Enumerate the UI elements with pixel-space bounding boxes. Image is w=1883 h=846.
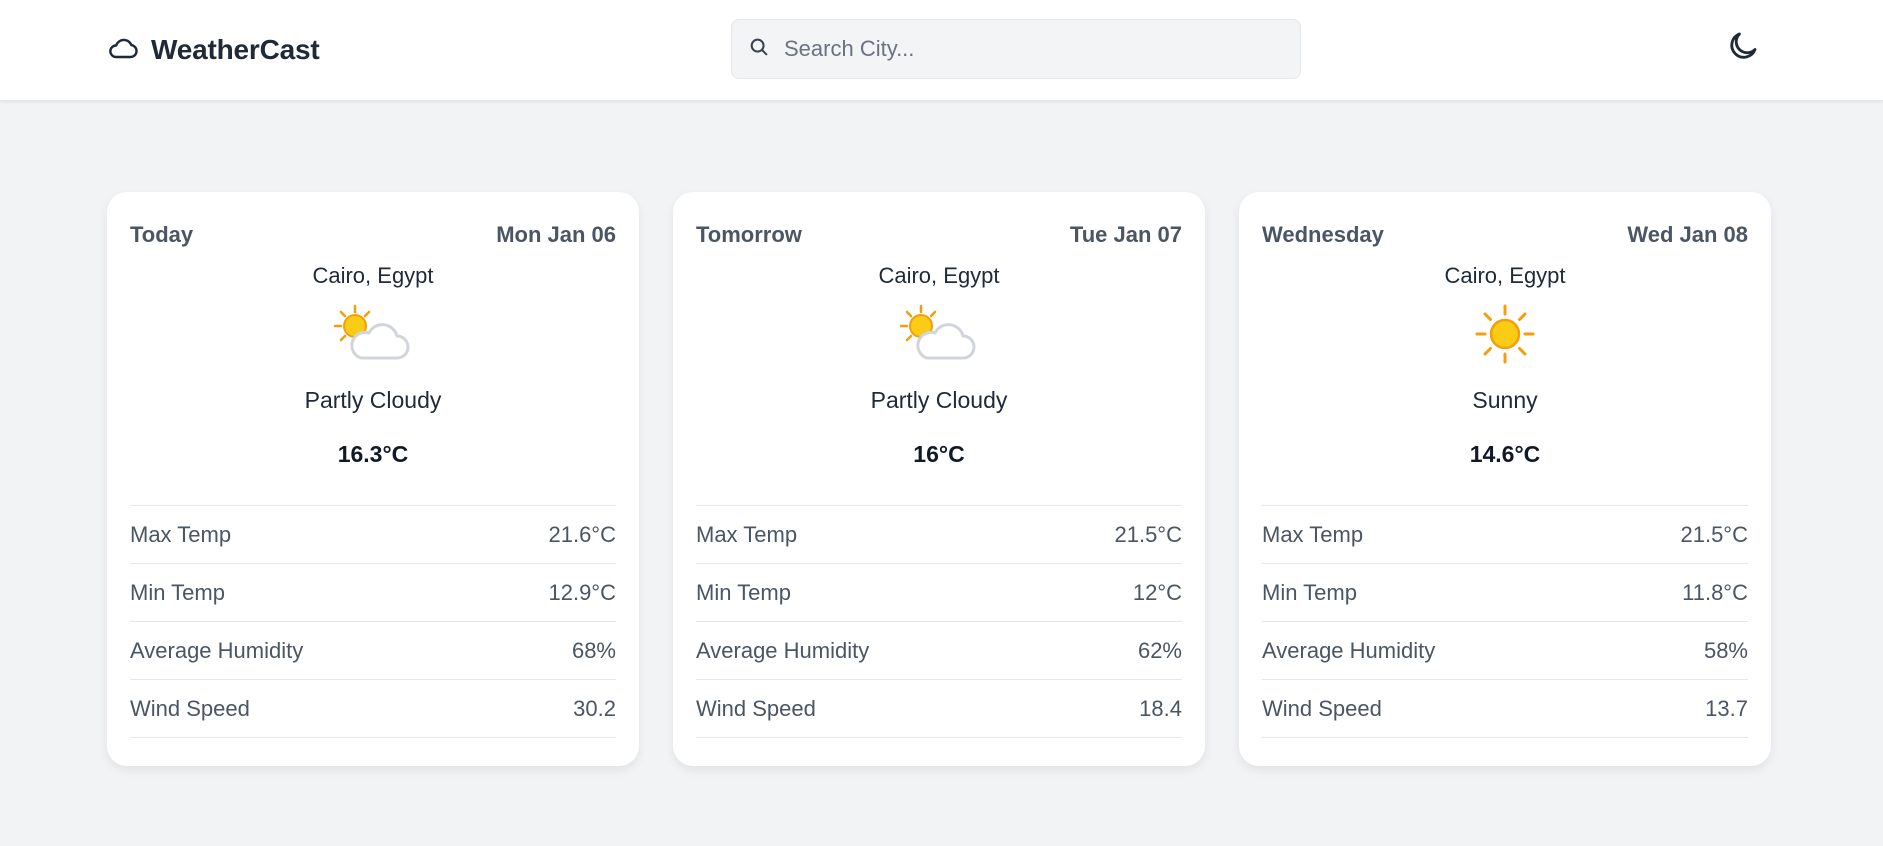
- cloud-icon: [107, 36, 139, 65]
- stat-value: 12.9°C: [548, 579, 616, 605]
- stat-label: Max Temp: [1262, 521, 1364, 547]
- forecast-list: Today Mon Jan 06 Cairo, Egypt Partly Clo…: [107, 192, 1771, 766]
- date-label: Tue Jan 07: [1069, 222, 1182, 247]
- stat-row-humidity: Average Humidity 68%: [130, 622, 616, 680]
- date-label: Mon Jan 06: [496, 222, 616, 247]
- date-label: Wed Jan 08: [1627, 222, 1748, 247]
- stat-label: Wind Speed: [130, 695, 250, 721]
- stat-label: Average Humidity: [1262, 637, 1436, 663]
- brand[interactable]: WeatherCast: [107, 30, 320, 70]
- condition-label: Partly Cloudy: [870, 387, 1008, 413]
- stat-row-humidity: Average Humidity 62%: [696, 622, 1182, 680]
- sunny-icon: [1262, 296, 1748, 372]
- search-bar[interactable]: [731, 19, 1301, 79]
- stat-row-wind-speed: Wind Speed 18.4: [696, 680, 1182, 738]
- stat-row-wind-speed: Wind Speed 30.2: [130, 680, 616, 738]
- partly-cloudy-icon: [130, 296, 616, 372]
- forecast-card: Tomorrow Tue Jan 07 Cairo, Egypt Partly …: [673, 192, 1205, 766]
- stat-label: Max Temp: [130, 521, 232, 547]
- stat-label: Wind Speed: [1262, 695, 1382, 721]
- location-label: Cairo, Egypt: [1444, 263, 1566, 288]
- location-label: Cairo, Egypt: [312, 263, 434, 288]
- brand-name: WeatherCast: [151, 34, 320, 65]
- search-input[interactable]: [784, 36, 1264, 62]
- stat-value: 12°C: [1132, 579, 1182, 605]
- stat-value: 11.8°C: [1682, 579, 1748, 605]
- day-label: Wednesday: [1262, 222, 1384, 247]
- stat-value: 62%: [1137, 637, 1182, 663]
- condition-label: Sunny: [1472, 387, 1538, 413]
- stat-label: Min Temp: [1262, 579, 1357, 605]
- stat-label: Max Temp: [696, 521, 798, 547]
- current-temp: 14.6°C: [1469, 441, 1541, 467]
- top-navbar: WeatherCast: [0, 0, 1883, 101]
- stat-row-min-temp: Min Temp 12°C: [696, 564, 1182, 622]
- stat-row-max-temp: Max Temp 21.5°C: [696, 506, 1182, 564]
- moon-icon: [1726, 29, 1760, 68]
- stat-row-wind-speed: Wind Speed 13.7: [1262, 680, 1748, 738]
- stat-value: 68%: [571, 637, 616, 663]
- current-temp: 16.3°C: [337, 441, 409, 467]
- stat-value: 18.4: [1139, 695, 1182, 721]
- card-header: Today Mon Jan 06: [130, 216, 616, 254]
- stat-label: Average Humidity: [696, 637, 870, 663]
- stat-value: 21.5°C: [1680, 521, 1748, 547]
- partly-cloudy-icon: [696, 296, 1182, 372]
- forecast-card: Today Mon Jan 06 Cairo, Egypt Partly Clo…: [107, 192, 639, 766]
- stats-list: Max Temp 21.5°C Min Temp 12°C Average Hu…: [696, 505, 1182, 738]
- stat-label: Min Temp: [130, 579, 225, 605]
- stat-value: 30.2: [573, 695, 616, 721]
- theme-toggle-button[interactable]: [1725, 28, 1761, 68]
- day-label: Tomorrow: [696, 222, 802, 247]
- day-label: Today: [130, 222, 194, 247]
- current-temp: 16°C: [913, 441, 965, 467]
- stats-list: Max Temp 21.5°C Min Temp 11.8°C Average …: [1262, 505, 1748, 738]
- condition-label: Partly Cloudy: [304, 387, 442, 413]
- stat-value: 21.5°C: [1114, 521, 1182, 547]
- stat-row-max-temp: Max Temp 21.5°C: [1262, 506, 1748, 564]
- stat-row-max-temp: Max Temp 21.6°C: [130, 506, 616, 564]
- card-header: Wednesday Wed Jan 08: [1262, 216, 1748, 254]
- stat-label: Min Temp: [696, 579, 791, 605]
- card-header: Tomorrow Tue Jan 07: [696, 216, 1182, 254]
- stat-row-min-temp: Min Temp 11.8°C: [1262, 564, 1748, 622]
- stat-value: 58%: [1703, 637, 1748, 663]
- stat-value: 21.6°C: [548, 521, 616, 547]
- search-icon: [748, 36, 770, 63]
- stat-label: Wind Speed: [696, 695, 816, 721]
- forecast-card: Wednesday Wed Jan 08 Cairo, Egypt Sunny: [1239, 192, 1771, 766]
- stat-value: 13.7: [1705, 695, 1748, 721]
- location-label: Cairo, Egypt: [878, 263, 1000, 288]
- stat-row-humidity: Average Humidity 58%: [1262, 622, 1748, 680]
- stat-label: Average Humidity: [130, 637, 304, 663]
- stat-row-min-temp: Min Temp 12.9°C: [130, 564, 616, 622]
- stats-list: Max Temp 21.6°C Min Temp 12.9°C Average …: [130, 505, 616, 738]
